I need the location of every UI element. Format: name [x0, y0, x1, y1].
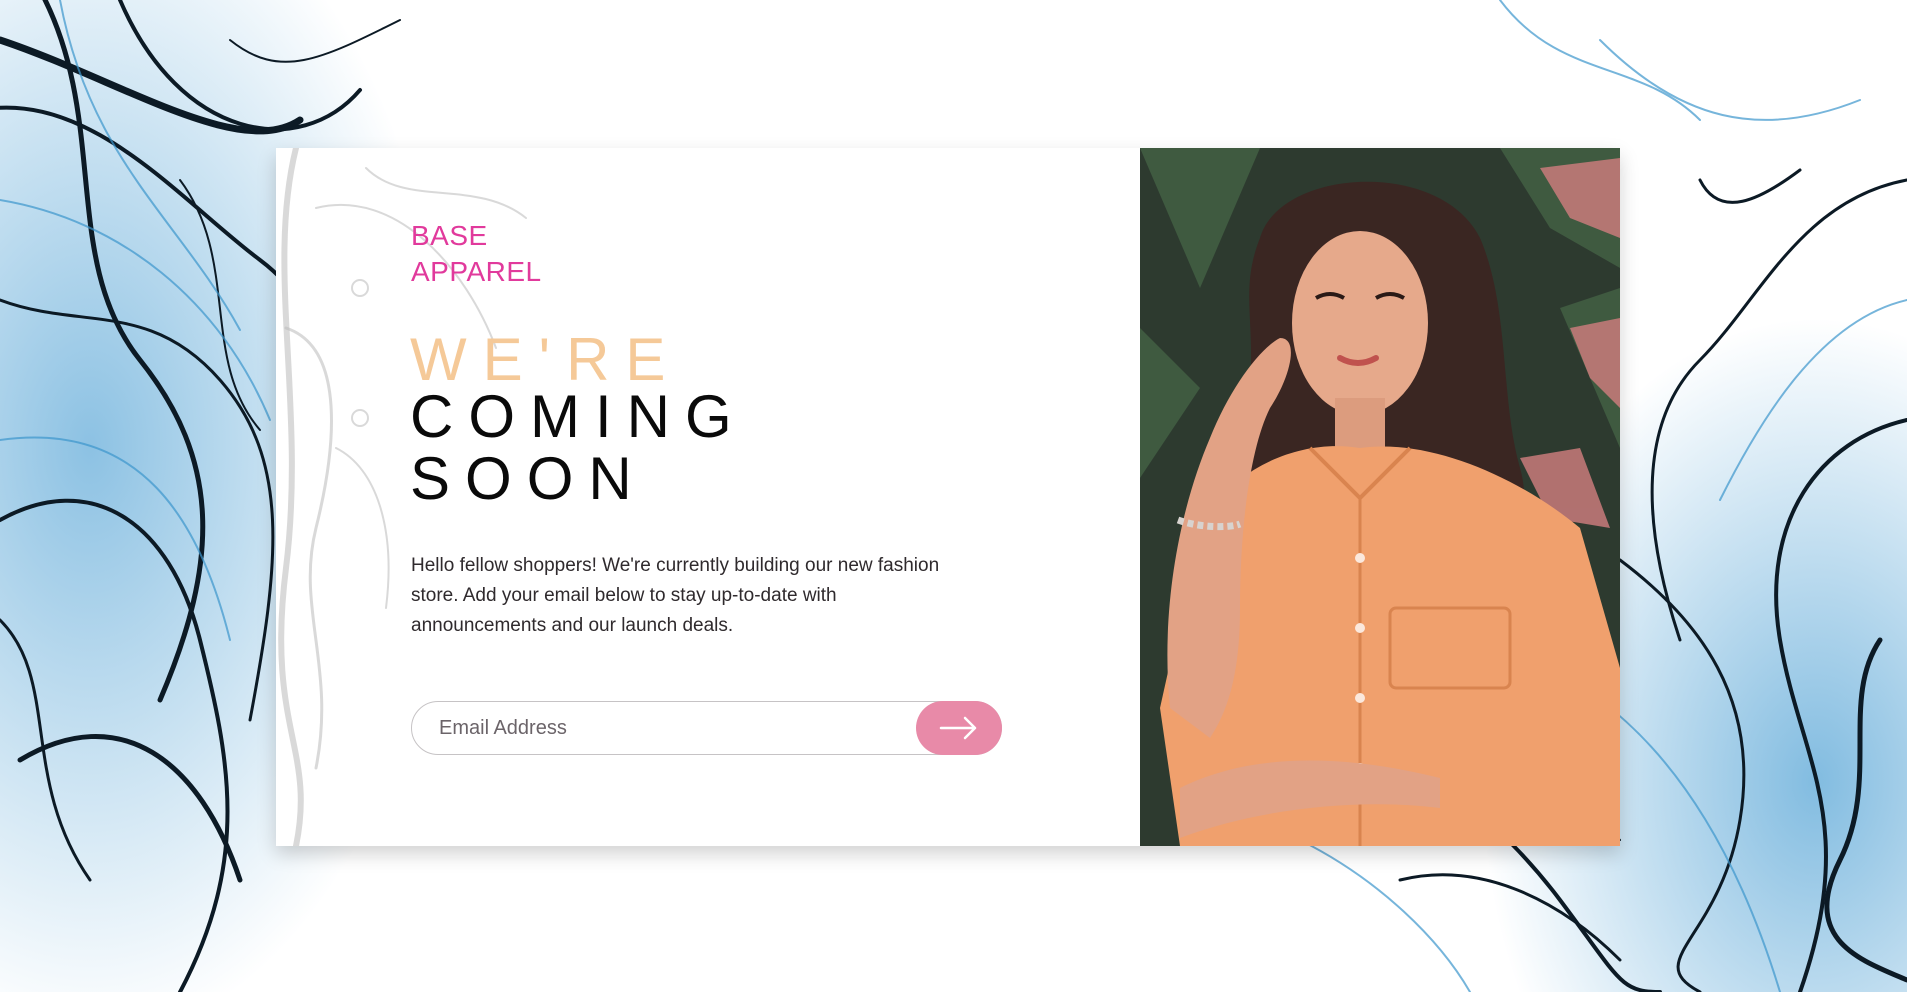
headline-line-soon: SOON [410, 445, 647, 512]
headline-line-coming: COMING [410, 383, 747, 450]
email-signup-form [411, 701, 1002, 755]
coming-soon-card: BASE APPAREL WE'RE COMING SOON Hello fel… [276, 148, 1620, 846]
brand-line-2: APPAREL [411, 256, 542, 287]
hero-image [1140, 148, 1620, 846]
brand-logo[interactable]: BASE APPAREL [411, 218, 542, 290]
arrow-right-icon [939, 716, 977, 740]
submit-button[interactable] [916, 701, 1002, 755]
content-panel: BASE APPAREL WE'RE COMING SOON Hello fel… [276, 148, 1140, 846]
headline-dark: COMING SOON [410, 386, 747, 510]
brand-line-1: BASE [411, 220, 488, 251]
description-text: Hello fellow shoppers! We're currently b… [411, 555, 940, 636]
email-input[interactable] [411, 701, 1002, 755]
